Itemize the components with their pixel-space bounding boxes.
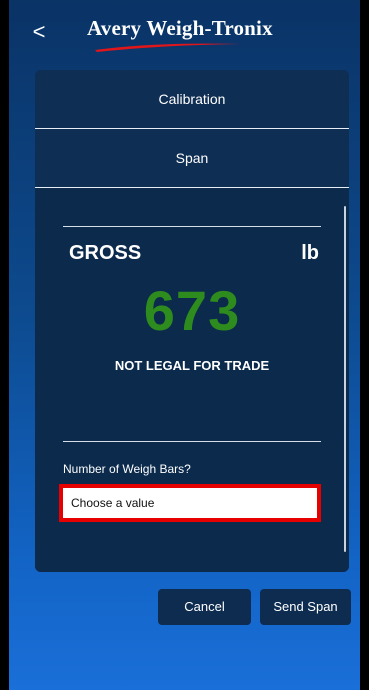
weight-readout: 673 [143, 279, 241, 342]
back-button[interactable]: < [27, 18, 51, 46]
scrollbar[interactable] [344, 206, 346, 552]
app-header: < Avery Weigh-Tronix [9, 0, 360, 62]
app-screen: < Avery Weigh-Tronix Calibration Span GR… [9, 0, 360, 690]
menu-item-span[interactable]: Span [35, 129, 349, 187]
brand-name: Avery Weigh-Tronix [87, 16, 273, 40]
weight-unit-label: lb [301, 242, 319, 264]
send-span-button[interactable]: Send Span [260, 589, 351, 625]
brand-logo: Avery Weigh-Tronix [87, 16, 287, 62]
legal-notice: NOT LEGAL FOR TRADE [114, 358, 270, 373]
select-highlight: Choose a value [59, 484, 321, 522]
divider [63, 226, 321, 227]
menu-item-calibration[interactable]: Calibration [35, 70, 349, 128]
divider [63, 441, 321, 442]
cancel-button[interactable]: Cancel [158, 589, 251, 625]
brand-swoosh-icon [95, 43, 241, 52]
weigh-bars-question: Number of Weigh Bars? [63, 462, 191, 476]
weigh-mode-label: GROSS [69, 242, 142, 264]
span-panel: Calibration Span GROSS lb 673 NOT LEGAL … [35, 70, 349, 572]
weigh-bars-select[interactable]: Choose a value [63, 488, 317, 518]
